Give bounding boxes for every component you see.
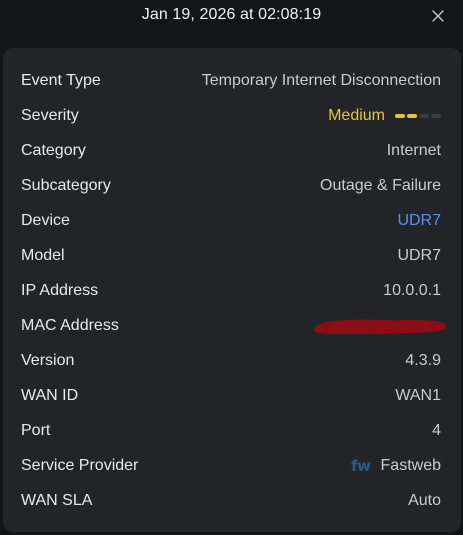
severity-value: Medium [328,107,441,125]
category-label: Category [21,141,86,159]
row-wan-id: WAN ID WAN1 [3,378,461,413]
header: Jan 19, 2026 at 02:08:19 [0,0,463,36]
row-port: Port 4 [3,413,461,448]
severity-bar [407,113,417,118]
wan-sla-value: Auto [408,491,441,509]
mac-address-label: MAC Address [21,316,119,334]
close-icon [432,10,444,22]
row-mac-address: MAC Address [3,308,461,343]
severity-bar [419,113,429,118]
severity-level-indicator [395,113,441,118]
device-link[interactable]: UDR7 [397,212,441,230]
row-ip-address: IP Address 10.0.0.1 [3,273,461,308]
severity-label: Severity [21,106,79,124]
row-severity: Severity Medium [3,98,461,133]
service-provider-name: Fastweb [380,456,441,474]
row-device: Device UDR7 [3,203,461,238]
subcategory-label: Subcategory [21,176,111,194]
wan-id-label: WAN ID [21,386,79,404]
severity-bar [395,113,405,118]
row-subcategory: Subcategory Outage & Failure [3,168,461,203]
wan-id-value: WAN1 [395,386,441,404]
version-value: 4.3.9 [405,351,441,369]
severity-bar [431,113,441,118]
fastweb-logo-icon: fw [351,456,371,475]
model-label: Model [21,246,65,264]
ip-address-label: IP Address [21,281,99,299]
version-label: Version [21,351,75,369]
service-provider-label: Service Provider [21,456,139,474]
mac-address-redaction [314,319,447,334]
severity-text: Medium [328,106,385,124]
row-model: Model UDR7 [3,238,461,273]
event-timestamp: Jan 19, 2026 at 02:08:19 [141,6,322,23]
row-category: Category Internet [3,133,461,168]
subcategory-value: Outage & Failure [320,176,441,194]
row-event-type: Event Type Temporary Internet Disconnect… [3,63,461,98]
wan-sla-label: WAN SLA [21,491,93,509]
row-wan-sla: WAN SLA Auto [3,483,461,518]
event-type-value: Temporary Internet Disconnection [201,71,441,89]
ip-address-value: 10.0.0.1 [383,281,441,299]
port-label: Port [21,421,51,439]
category-value: Internet [386,141,441,159]
service-provider-value: fw Fastweb [351,457,441,475]
model-value: UDR7 [397,246,441,264]
row-service-provider: Service Provider fw Fastweb [3,448,461,483]
event-details-panel: Event Type Temporary Internet Disconnect… [3,48,461,532]
row-version: Version 4.3.9 [3,343,461,378]
close-button[interactable] [431,9,445,23]
port-value: 4 [432,421,441,439]
device-label: Device [21,211,70,229]
event-type-label: Event Type [21,71,101,89]
